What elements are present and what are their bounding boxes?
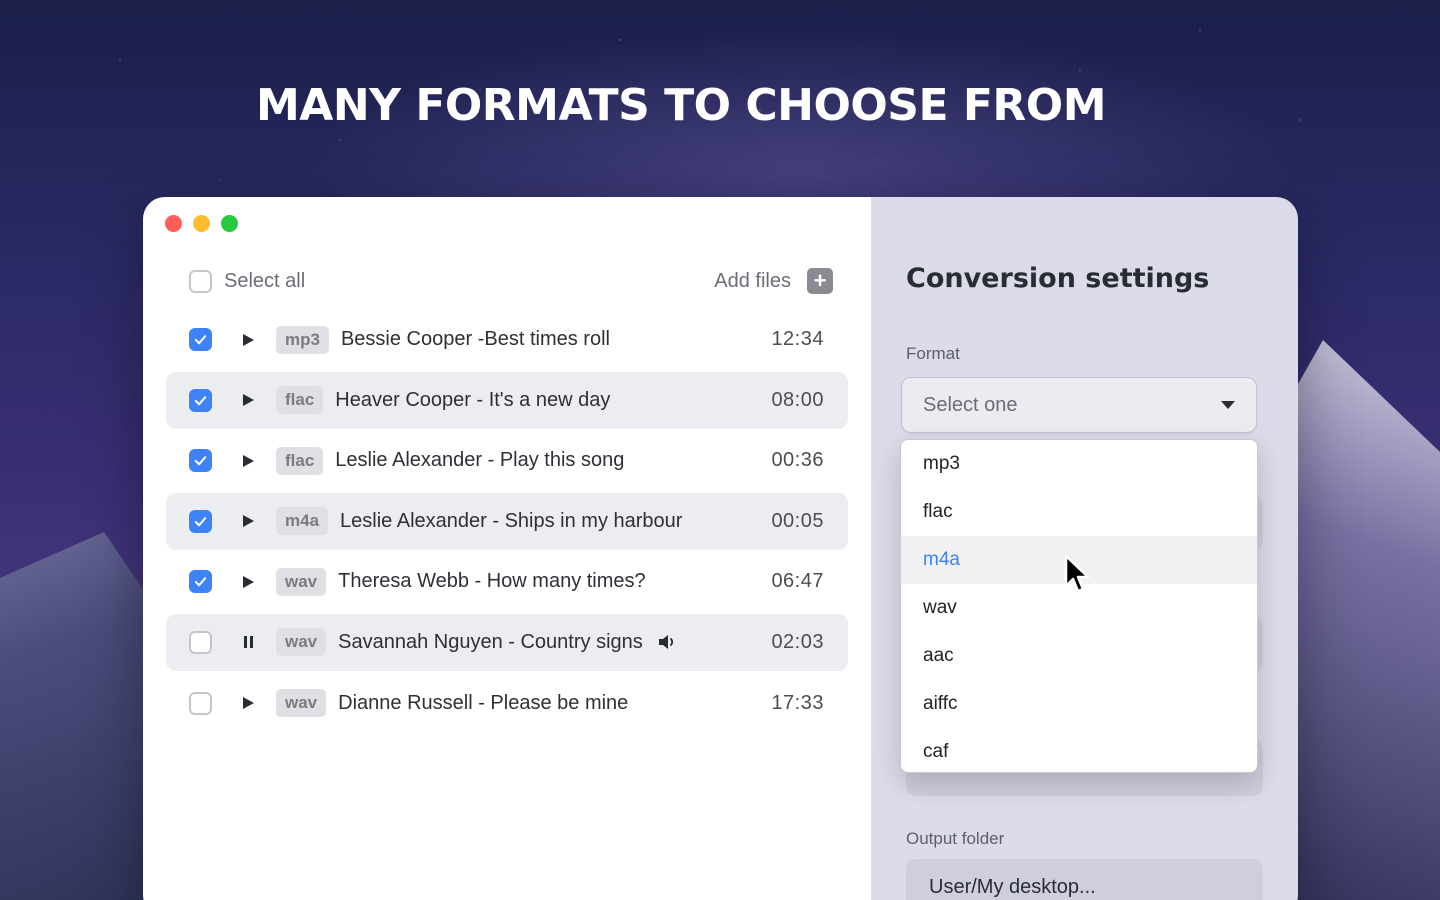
format-option-flac[interactable]: flac [901,488,1257,536]
file-title: Leslie Alexander - Play this song [335,449,625,472]
file-duration: 02:03 [771,630,824,653]
file-row[interactable]: mp3 Bessie Cooper -Best times roll 12:34 [166,311,848,368]
file-checkbox[interactable] [189,388,212,412]
pause-icon[interactable] [240,635,256,649]
play-icon[interactable] [240,333,256,347]
output-folder-label: Output folder [906,829,1005,848]
format-badge: flac [276,386,324,415]
format-badge: flac [276,446,324,475]
file-duration: 00:05 [771,509,824,532]
file-duration: 12:34 [771,328,824,350]
format-select[interactable]: Select one [901,377,1257,433]
minimize-window-button[interactable] [193,215,210,232]
file-title: Dianne Russell - Please be mine [338,691,629,714]
window-controls [165,215,238,232]
select-all-checkbox[interactable] [189,269,212,293]
format-label: Format [906,344,960,363]
file-checkbox[interactable] [189,449,212,473]
file-duration: 06:47 [771,570,824,593]
file-list-pane: Select all Add files + mp3 Bessie Cooper … [143,197,871,900]
file-checkbox[interactable] [189,691,212,715]
format-option-caf[interactable]: caf [901,728,1257,772]
file-title: Heaver Cooper - It's a new day [335,388,611,411]
format-badge: m4a [276,507,329,536]
app-window: Select all Add files + mp3 Bessie Cooper … [143,197,1298,900]
settings-pane: Conversion settings Format Select one mp… [871,197,1298,900]
file-duration: 08:00 [771,388,824,411]
list-toolbar: Select all Add files + [189,267,833,295]
play-icon[interactable] [240,454,256,468]
format-option-aiffc[interactable]: aiffc [901,680,1257,728]
plus-icon[interactable]: + [807,268,833,294]
file-duration: 00:36 [771,449,824,472]
add-files-label: Add files [714,269,791,292]
format-badge: wav [276,567,327,596]
headline: MANY FORMATS TO CHOOSE FROM [256,80,1106,131]
close-window-button[interactable] [165,215,182,232]
zoom-window-button[interactable] [221,215,238,232]
file-row[interactable]: wav Dianne Russell - Please be mine 17:33 [166,675,848,732]
add-files-button[interactable]: Add files + [714,268,833,294]
format-badge: mp3 [276,325,329,354]
select-all-label[interactable]: Select all [224,270,305,293]
file-title: Theresa Webb - How many times? [338,570,646,593]
format-badge: wav [276,689,327,718]
file-title: Bessie Cooper -Best times roll [340,328,610,350]
chevron-down-icon [1221,401,1235,409]
file-title: Leslie Alexander - Ships in my harbour [340,509,683,532]
play-icon[interactable] [240,575,256,589]
file-title: Savannah Nguyen - Country signs [338,630,643,653]
speaker-icon [657,634,677,650]
file-list: mp3 Bessie Cooper -Best times roll 12:34 fl… [166,311,848,735]
file-row[interactable]: wav Theresa Webb - How many times? 06:47 [166,553,848,610]
file-row[interactable]: wav Savannah Nguyen - Country signs 02:03 [166,613,848,671]
output-folder-field[interactable]: User/My desktop... [906,859,1263,900]
file-checkbox[interactable] [189,328,212,351]
play-icon[interactable] [240,393,256,407]
play-icon[interactable] [240,696,256,710]
file-checkbox[interactable] [189,630,212,654]
file-row[interactable]: m4a Leslie Alexander - Ships in my harbou… [166,492,848,550]
file-duration: 17:33 [771,691,824,714]
file-checkbox[interactable] [189,570,212,594]
file-row[interactable]: flac Heaver Cooper - It's a new day 08:00 [166,371,848,429]
format-option-mp3[interactable]: mp3 [901,440,1257,488]
format-dropdown-menu: mp3 flac m4a wav aac aiffc caf [900,439,1258,773]
format-option-aac[interactable]: aac [901,632,1257,680]
format-badge: wav [276,628,327,657]
mouse-cursor-icon [1064,554,1090,593]
file-checkbox[interactable] [189,509,212,533]
play-icon[interactable] [240,514,256,528]
settings-title: Conversion settings [906,263,1210,294]
format-select-placeholder: Select one [923,393,1018,416]
file-row[interactable]: flac Leslie Alexander - Play this song 00:… [166,432,848,489]
